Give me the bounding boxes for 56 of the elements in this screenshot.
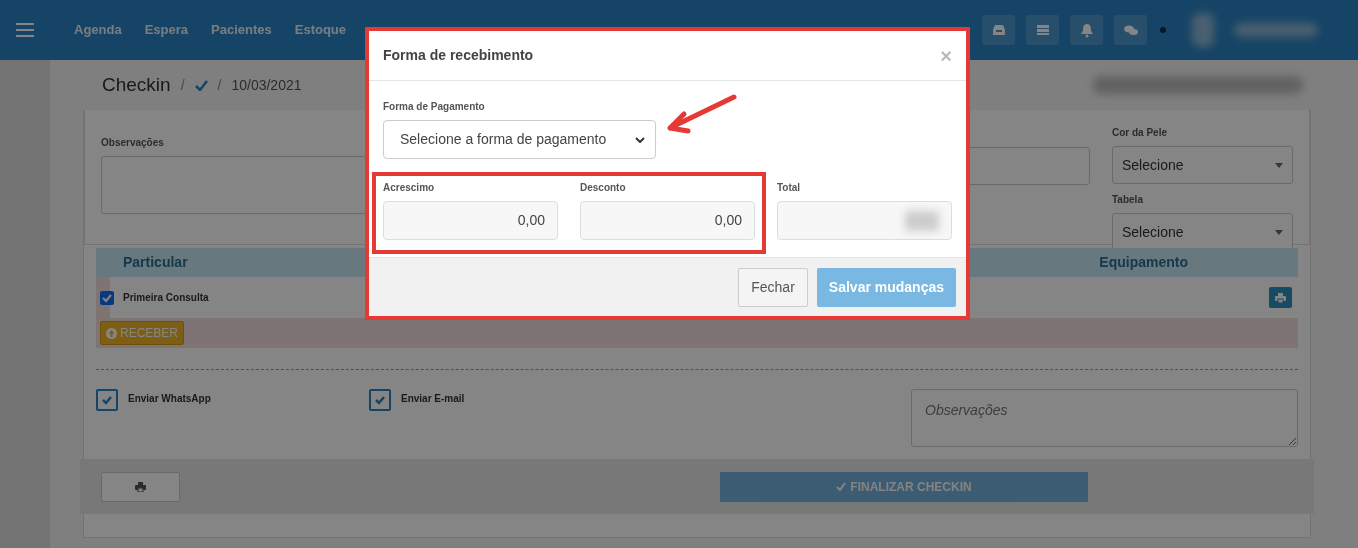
- notes-field[interactable]: [101, 156, 367, 214]
- field-label: Acrescimo: [383, 181, 436, 195]
- blurred-value: [905, 210, 939, 231]
- payment-select[interactable]: Selecione a forma de pagamento: [383, 120, 656, 159]
- check-icon: [374, 394, 386, 406]
- amount-field[interactable]: 0,00: [383, 201, 558, 240]
- select-field[interactable]: Selecione: [1112, 213, 1293, 251]
- field-label: Desconto: [580, 181, 627, 195]
- finalize-button[interactable]: FINALIZAR CHECKIN: [720, 471, 1088, 502]
- caret-icon: [1275, 229, 1283, 235]
- bell-icon[interactable]: [1078, 22, 1095, 38]
- printer-icon: [135, 481, 146, 492]
- list-icon[interactable]: [1034, 22, 1051, 38]
- checkbox-label: Enviar E-mail: [401, 392, 465, 406]
- breadcrumb-date[interactable]: 10/03/2021: [231, 74, 302, 96]
- page-title: Checkin: [102, 72, 171, 97]
- nav-link[interactable]: Espera: [144, 20, 189, 40]
- field-label: Cor da Pele: [1112, 126, 1169, 140]
- select-field[interactable]: Selecione: [1112, 146, 1293, 184]
- notes-field[interactable]: Observações: [911, 389, 1298, 447]
- column-header: Particular: [123, 253, 188, 272]
- receive-button[interactable]: RECEBER: [100, 321, 184, 345]
- nav-link[interactable]: Agenda: [74, 20, 122, 40]
- field-label: Observações: [101, 136, 165, 150]
- close-button[interactable]: ×: [940, 40, 952, 71]
- checkbox[interactable]: [369, 389, 391, 411]
- save-button[interactable]: Salvar mudanças: [816, 267, 956, 307]
- checkbox-label: Enviar WhatsApp: [128, 392, 211, 406]
- checkbox[interactable]: [100, 290, 114, 305]
- inbox-icon[interactable]: [990, 22, 1007, 38]
- print-button[interactable]: [101, 471, 180, 502]
- modal-title: Forma de recebimento: [383, 46, 534, 65]
- chevron-down-icon: [635, 136, 645, 143]
- close-button[interactable]: Fechar: [738, 267, 808, 307]
- amount-field[interactable]: 0,00: [580, 201, 755, 240]
- print-button[interactable]: [1269, 287, 1292, 308]
- breadcrumb-separator: /: [217, 75, 222, 95]
- field-label: Tabela: [1112, 193, 1144, 207]
- breadcrumb-separator: /: [180, 75, 185, 95]
- field-label: Total: [777, 181, 802, 195]
- checkbox[interactable]: [96, 389, 118, 411]
- nav-link[interactable]: Estoque: [294, 20, 347, 40]
- caret-icon: [1275, 162, 1283, 168]
- column-header: Equipamento: [1099, 253, 1188, 272]
- check-icon: [836, 482, 847, 491]
- field-label: Forma de Pagamento: [383, 100, 486, 114]
- avatar-icon[interactable]: [1192, 13, 1214, 47]
- check-icon: [101, 394, 113, 406]
- status-dot-icon: [1158, 25, 1168, 35]
- amount-field[interactable]: [777, 201, 952, 240]
- procedure-name: Primeira Consulta: [123, 291, 209, 305]
- arrow-up-circle-icon: [106, 327, 117, 339]
- printer-icon: [1275, 292, 1286, 303]
- menu-icon[interactable]: [16, 23, 34, 37]
- nav-link[interactable]: Pacientes: [211, 20, 272, 40]
- check-icon[interactable]: [194, 79, 208, 91]
